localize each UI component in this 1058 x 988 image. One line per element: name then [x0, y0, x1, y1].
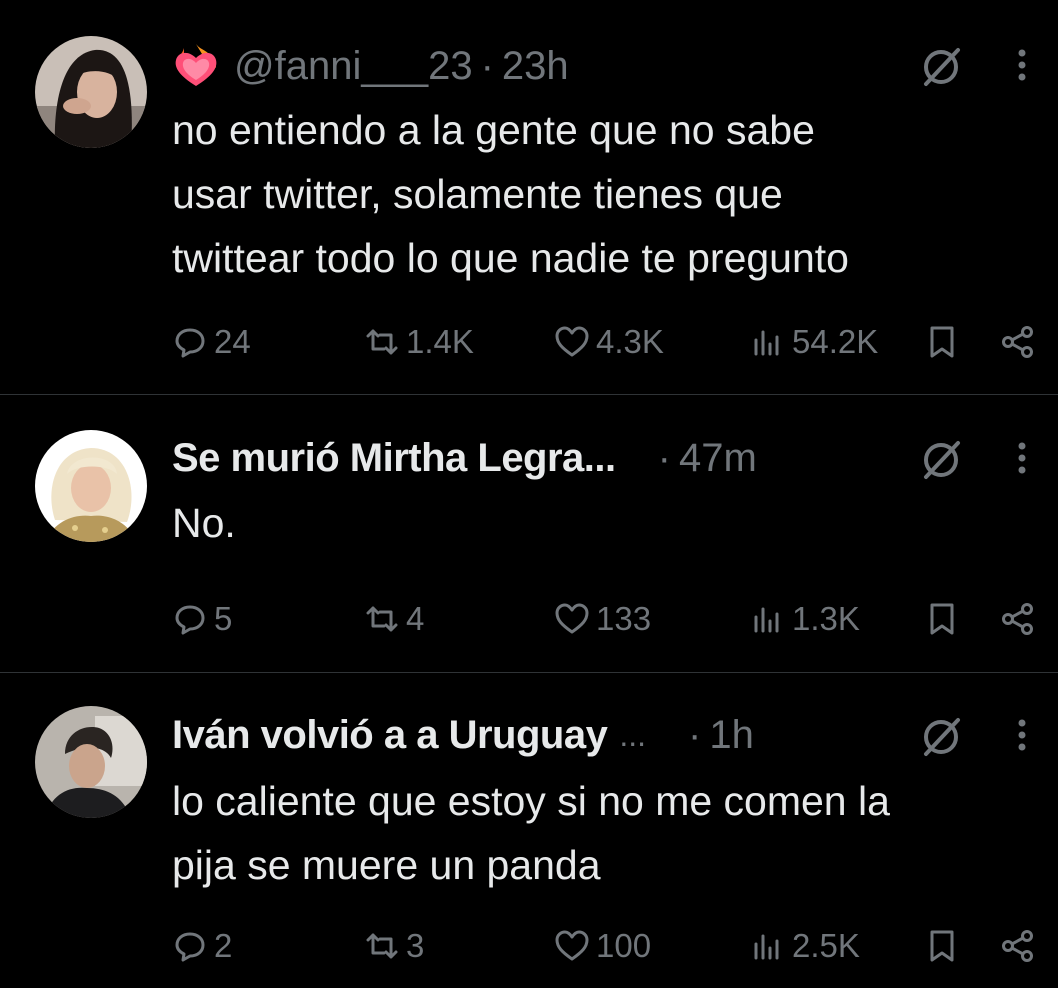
share-icon [1002, 930, 1033, 962]
like-count: 100 [596, 927, 652, 964]
share-button[interactable] [1000, 320, 1036, 364]
heart-icon [555, 930, 589, 961]
tweet-header: Se murió Mirtha Legra... · 47m [172, 433, 757, 483]
views-icon [754, 934, 779, 960]
heart-icon [555, 326, 589, 357]
tweet-text-line: usar twitter, solamente tienes que [172, 171, 783, 217]
more-icon[interactable] [1012, 440, 1032, 480]
share-icon [1002, 326, 1033, 358]
action-bar: 2 3 100 2.5K [172, 924, 1052, 968]
tweet-text: no entiendo a la gente que no sabe usar … [172, 98, 1032, 290]
reply-button[interactable]: 5 [172, 597, 232, 641]
heart-on-fire-badge-icon [172, 42, 220, 90]
separator-dot: · [688, 712, 702, 757]
like-count: 4.3K [596, 323, 664, 360]
more-icon[interactable] [1012, 717, 1032, 757]
tweet-header: Iván volvió a a Uruguay ... · 1h [172, 710, 754, 760]
display-name[interactable]: Se murió Mirtha Legra... [172, 436, 616, 481]
heart-icon [555, 603, 589, 634]
display-name[interactable]: Iván volvió a a Uruguay [172, 713, 608, 758]
reply-icon [175, 932, 205, 962]
grok-icon[interactable] [918, 437, 964, 483]
view-count: 1.3K [792, 600, 860, 637]
avatar-photo [35, 706, 147, 818]
repost-button[interactable]: 3 [364, 924, 424, 968]
timestamp[interactable]: 1h [709, 713, 754, 758]
repost-icon [366, 329, 398, 355]
like-count: 133 [596, 600, 652, 637]
separator-dot: · [657, 435, 671, 480]
grok-icon[interactable] [918, 714, 964, 760]
tweet-text: No. [172, 491, 1032, 555]
views-button[interactable]: 1.3K [750, 597, 860, 641]
share-button[interactable] [1000, 924, 1036, 968]
timestamp[interactable]: 23h [502, 44, 569, 89]
reply-count: 24 [214, 323, 251, 360]
repost-count: 4 [406, 600, 425, 637]
bookmark-button[interactable] [924, 320, 960, 364]
reply-icon [175, 328, 205, 358]
view-count: 54.2K [792, 323, 879, 360]
tweet-text-line: lo caliente que estoy si no me comen la [172, 778, 890, 824]
tweet-1[interactable]: @fanni___23 · 23h no entiendo a la gente… [0, 0, 1058, 394]
action-bar: 5 4 133 1.3K [172, 597, 1052, 641]
tweet-header: @fanni___23 · 23h [172, 41, 569, 91]
like-button[interactable]: 4.3K [554, 320, 664, 364]
bookmark-icon [930, 326, 954, 358]
repost-button[interactable]: 1.4K [364, 320, 474, 364]
like-button[interactable]: 133 [554, 597, 651, 641]
avatar-photo [35, 36, 147, 148]
grok-icon[interactable] [918, 44, 964, 90]
name-ellipsis: ... [619, 716, 646, 753]
reply-button[interactable]: 24 [172, 320, 251, 364]
views-button[interactable]: 54.2K [750, 320, 878, 364]
reply-count: 2 [214, 927, 233, 964]
tweet-text-line: twittear todo lo que nadie te pregunto [172, 235, 849, 281]
separator-dot: · [480, 43, 494, 88]
timestamp[interactable]: 47m [679, 436, 757, 481]
bookmark-button[interactable] [924, 924, 960, 968]
bookmark-icon [930, 603, 954, 635]
bookmark-icon [930, 930, 954, 962]
repost-icon [366, 933, 398, 959]
repost-count: 3 [406, 927, 425, 964]
view-count: 2.5K [792, 927, 860, 964]
repost-count: 1.4K [406, 323, 474, 360]
tweet-text-line: pija se muere un panda [172, 842, 601, 888]
share-icon [1002, 603, 1033, 635]
tweet-text-line: no entiendo a la gente que no sabe [172, 107, 815, 153]
repost-button[interactable]: 4 [364, 597, 424, 641]
repost-icon [366, 606, 398, 632]
reply-icon [175, 605, 205, 635]
views-icon [754, 607, 779, 633]
user-handle[interactable]: @fanni___23 [234, 44, 473, 89]
share-button[interactable] [1000, 597, 1036, 641]
more-icon[interactable] [1012, 47, 1032, 87]
reply-count: 5 [214, 600, 233, 637]
avatar[interactable] [35, 430, 147, 542]
views-icon [754, 330, 779, 356]
tweet-3[interactable]: Iván volvió a a Uruguay ... · 1h lo cali… [0, 673, 1058, 988]
bookmark-button[interactable] [924, 597, 960, 641]
tweet-2[interactable]: Se murió Mirtha Legra... · 47m No. 5 4 1… [0, 395, 1058, 672]
views-button[interactable]: 2.5K [750, 924, 860, 968]
tweet-text: lo caliente que estoy si no me comen la … [172, 769, 1032, 897]
avatar-photo [35, 430, 147, 542]
tweet-text-line: No. [172, 500, 236, 546]
action-bar: 24 1.4K 4.3K 54.2K [172, 320, 1052, 364]
reply-button[interactable]: 2 [172, 924, 232, 968]
avatar[interactable] [35, 36, 147, 148]
like-button[interactable]: 100 [554, 924, 651, 968]
avatar[interactable] [35, 706, 147, 818]
